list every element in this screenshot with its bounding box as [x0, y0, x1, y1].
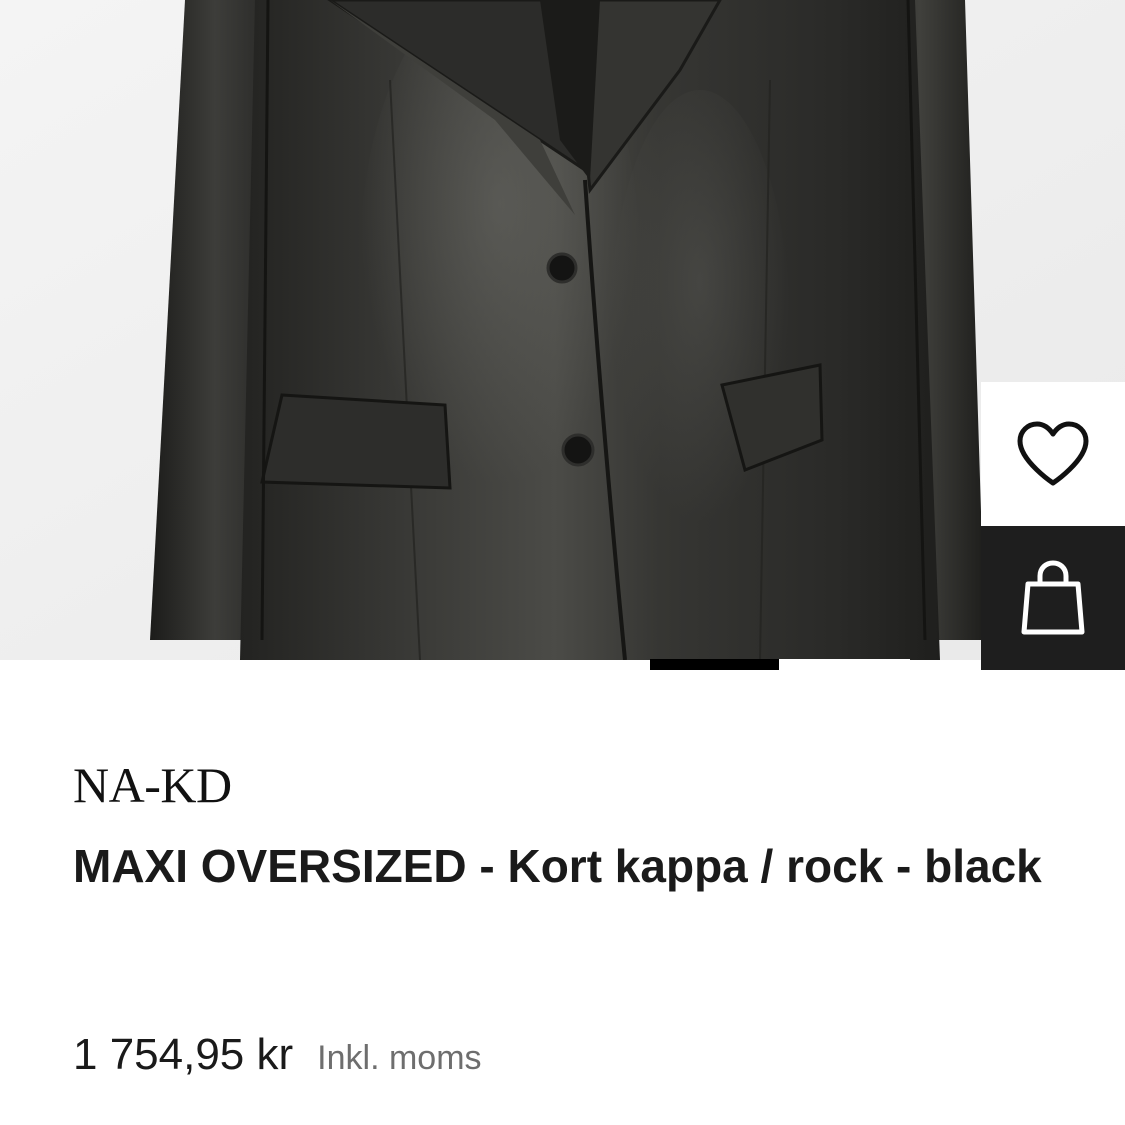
gallery-indicator-active[interactable]: [650, 659, 779, 670]
product-title: MAXI OVERSIZED - Kort kappa / rock - bla…: [73, 840, 1042, 892]
gallery-indicator-inactive[interactable]: [779, 659, 910, 670]
brand-name[interactable]: NA-KD: [73, 755, 232, 815]
vat-note: Inkl. moms: [317, 1039, 482, 1077]
add-to-wishlist-button[interactable]: [981, 382, 1125, 526]
product-image[interactable]: [0, 0, 1125, 660]
add-to-bag-button[interactable]: [981, 526, 1125, 670]
product-page: NA-KD MAXI OVERSIZED - Kort kappa / rock…: [0, 0, 1125, 1125]
shopping-bag-icon: [1021, 560, 1085, 635]
gallery-indicator: [650, 659, 910, 670]
jacket-illustration: [0, 0, 1125, 660]
heart-icon: [1017, 421, 1089, 486]
price-row: 1 754,95 kr Inkl. moms: [73, 1030, 482, 1080]
product-price: 1 754,95 kr: [73, 1030, 294, 1079]
